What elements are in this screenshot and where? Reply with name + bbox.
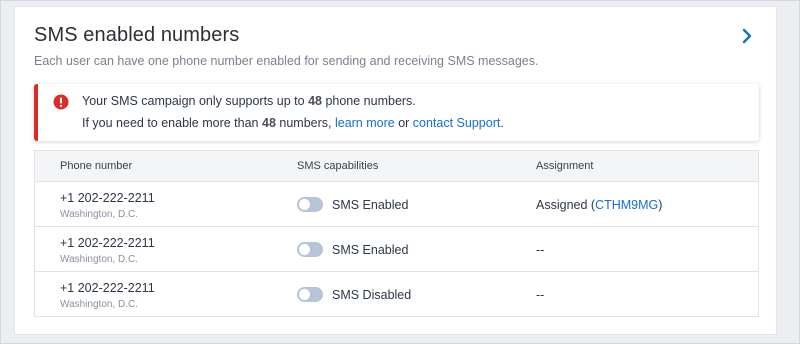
sms-status-label: SMS Disabled bbox=[332, 288, 412, 302]
phone-number: +1 202-222-2211 bbox=[60, 281, 155, 295]
header-sms-capabilities: SMS capabilities bbox=[297, 160, 379, 172]
sms-toggle[interactable] bbox=[297, 242, 323, 257]
assignment-cell: -- bbox=[536, 243, 545, 257]
assignment-cell: Assigned (CTHM9MG) bbox=[536, 198, 663, 212]
toggle-knob bbox=[299, 244, 310, 255]
table-row: +1 202-222-2211 Washington, D.C. SMS Ena… bbox=[35, 182, 758, 227]
number-limit: 48 bbox=[262, 116, 276, 130]
sms-toggle[interactable] bbox=[297, 197, 323, 212]
assignment-cell: -- bbox=[536, 288, 545, 302]
sms-status-label: SMS Enabled bbox=[332, 243, 409, 257]
card-subtitle: Each user can have one phone number enab… bbox=[34, 54, 539, 68]
table-row: +1 202-222-2211 Washington, D.C. SMS Ena… bbox=[35, 227, 758, 272]
phone-number: +1 202-222-2211 bbox=[60, 191, 155, 205]
sms-numbers-card: SMS enabled numbers Each user can have o… bbox=[14, 6, 777, 335]
alert-message-line1: Your SMS campaign only supports up to 48… bbox=[82, 94, 416, 108]
number-limit: 48 bbox=[308, 94, 322, 108]
table-header: Phone number SMS capabilities Assignment bbox=[35, 151, 758, 182]
learn-more-link[interactable]: learn more bbox=[335, 116, 395, 130]
phone-location: Washington, D.C. bbox=[60, 254, 138, 265]
page-frame: SMS enabled numbers Each user can have o… bbox=[0, 0, 800, 344]
phone-location: Washington, D.C. bbox=[60, 209, 138, 220]
contact-support-link[interactable]: contact Support bbox=[413, 116, 501, 130]
header-assignment: Assignment bbox=[536, 160, 594, 172]
header-phone-number: Phone number bbox=[60, 160, 133, 172]
assignee-link[interactable]: CTHM9MG bbox=[595, 198, 658, 212]
phone-number: +1 202-222-2211 bbox=[60, 236, 155, 250]
error-icon bbox=[53, 94, 69, 110]
card-title: SMS enabled numbers bbox=[34, 24, 240, 46]
sms-toggle[interactable] bbox=[297, 287, 323, 302]
table-row: +1 202-222-2211 Washington, D.C. SMS Dis… bbox=[35, 272, 758, 317]
campaign-limit-alert: Your SMS campaign only supports up to 48… bbox=[34, 84, 759, 141]
sms-status-label: SMS Enabled bbox=[332, 198, 409, 212]
chevron-right-icon[interactable] bbox=[738, 26, 756, 46]
phone-location: Washington, D.C. bbox=[60, 299, 138, 310]
alert-message-line2: If you need to enable more than 48 numbe… bbox=[82, 116, 504, 130]
toggle-knob bbox=[299, 289, 310, 300]
numbers-table: Phone number SMS capabilities Assignment… bbox=[34, 150, 759, 317]
toggle-knob bbox=[299, 199, 310, 210]
